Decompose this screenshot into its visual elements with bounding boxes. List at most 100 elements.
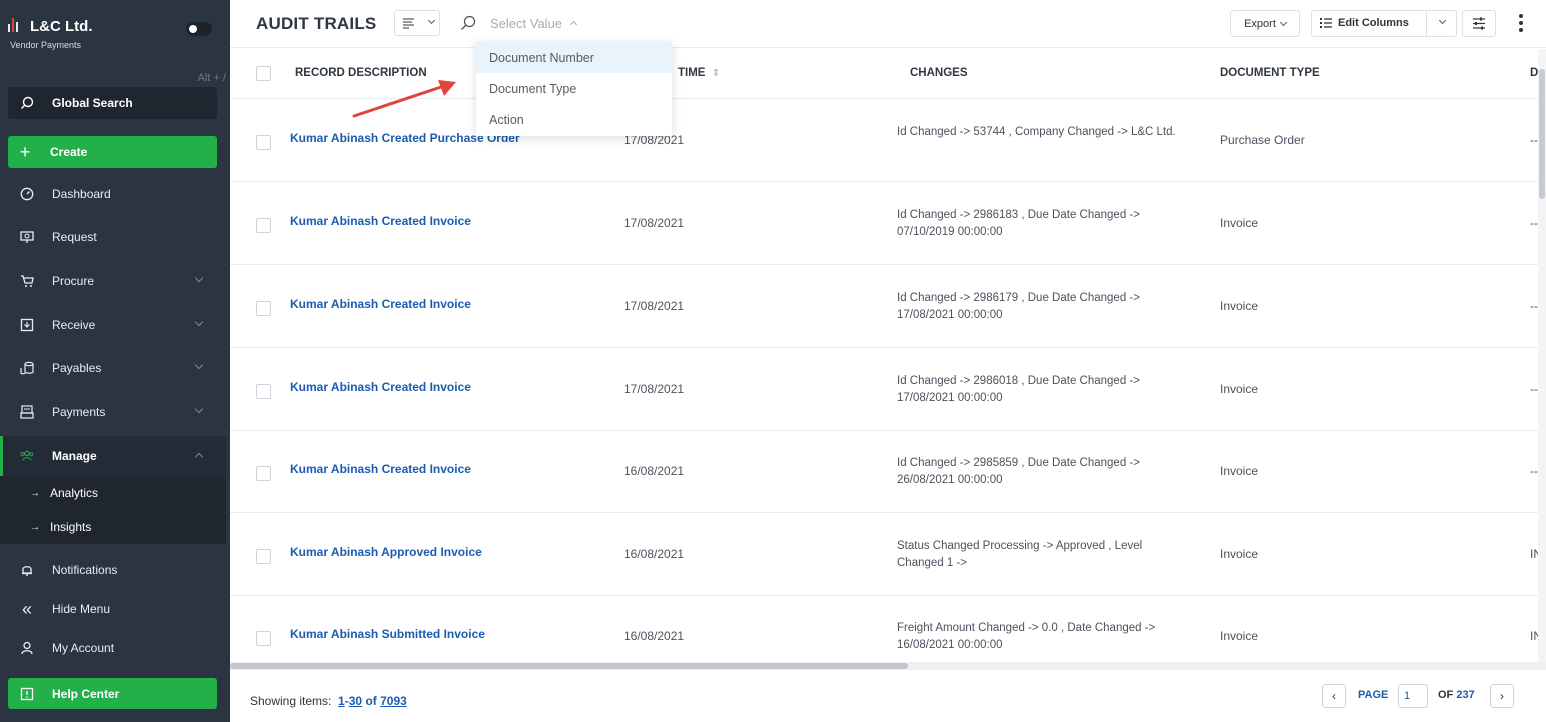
record-changes: Id Changed -> 53744 , Company Changed ->…: [897, 126, 1176, 138]
range-end-link[interactable]: 30: [349, 694, 362, 708]
column-header-time[interactable]: TIME ⇕: [678, 67, 720, 79]
filter-settings-button[interactable]: [1462, 10, 1496, 37]
sidebar-item-notifications[interactable]: Notifications: [0, 550, 226, 590]
column-header-truncated[interactable]: D: [1530, 67, 1538, 79]
sidebar-item-procure[interactable]: Procure: [0, 261, 226, 301]
table-row[interactable]: Kumar Abinash Created Invoice 17/08/2021…: [230, 182, 1538, 265]
record-changes: Id Changed -> 2986183 , Due Date Changed…: [897, 209, 1140, 238]
brand-title: L&C Ltd.: [30, 18, 93, 35]
sidebar-item-hide-menu[interactable]: « Hide Menu: [0, 589, 226, 629]
columns-list-icon: [1320, 18, 1332, 28]
page-number-input[interactable]: 1: [1398, 684, 1428, 708]
vertical-scrollbar[interactable]: [1538, 49, 1546, 662]
brand-logo-icon: [8, 18, 20, 32]
more-options-icon[interactable]: [1516, 12, 1526, 34]
edit-columns-label: Edit Columns: [1338, 17, 1409, 29]
brand[interactable]: L&C Ltd. Vendor Payments: [8, 14, 222, 54]
chevron-down-icon: [194, 273, 204, 283]
sidebar-item-my-account[interactable]: My Account: [0, 628, 226, 668]
scrollbar-thumb[interactable]: [1539, 69, 1545, 199]
record-extra: --: [1530, 382, 1538, 396]
record-document-type: Invoice: [1220, 464, 1259, 478]
chevron-right-icon: ›: [1500, 689, 1504, 703]
plus-icon: +: [19, 141, 31, 162]
select-value-placeholder: Select Value: [490, 15, 563, 31]
row-checkbox[interactable]: [256, 301, 271, 316]
chevron-down-icon[interactable]: [1438, 16, 1447, 25]
select-all-checkbox[interactable]: [256, 66, 271, 81]
record-extra: --: [1530, 299, 1538, 313]
record-document-type: Invoice: [1220, 629, 1259, 643]
brand-subtitle: Vendor Payments: [10, 40, 82, 50]
horizontal-scrollbar[interactable]: [230, 662, 1546, 670]
export-button[interactable]: Export: [1230, 10, 1300, 37]
menu-item-action[interactable]: Action: [476, 104, 672, 135]
table-row[interactable]: Kumar Abinash Created Invoice 17/08/2021…: [230, 348, 1538, 431]
sidebar-subitem-analytics[interactable]: → Analytics: [0, 476, 226, 510]
record-changes: Freight Amount Changed -> 0.0 , Date Cha…: [897, 622, 1156, 651]
record-description-link[interactable]: Kumar Abinash Created Invoice: [290, 214, 471, 228]
sidebar-item-payments[interactable]: Payments: [0, 392, 226, 432]
record-changes: Id Changed -> 2985859 , Due Date Changed…: [897, 457, 1140, 486]
table-row[interactable]: Kumar Abinash Submitted Invoice 16/08/20…: [230, 595, 1538, 662]
view-options-button[interactable]: [394, 10, 440, 36]
record-document-type: Invoice: [1220, 547, 1259, 561]
table-row[interactable]: Kumar Abinash Approved Invoice 16/08/202…: [230, 513, 1538, 596]
record-document-type: Purchase Order: [1220, 133, 1305, 147]
record-date: 17/08/2021: [624, 299, 685, 313]
prev-page-button[interactable]: ‹: [1322, 684, 1346, 708]
row-checkbox[interactable]: [256, 466, 271, 481]
table-row[interactable]: Kumar Abinash Created Invoice 16/08/2021…: [230, 430, 1538, 513]
sidebar-item-payables[interactable]: Payables: [0, 348, 226, 388]
sidebar-item-label: Hide Menu: [52, 602, 111, 616]
theme-toggle[interactable]: [186, 22, 212, 36]
payments-icon: [20, 405, 34, 419]
global-search-button[interactable]: Global Search: [8, 87, 217, 119]
sidebar-item-manage[interactable]: Manage: [0, 436, 226, 476]
record-description-link[interactable]: Kumar Abinash Created Invoice: [290, 462, 471, 476]
record-document-type: Invoice: [1220, 382, 1259, 396]
select-value-dropdown[interactable]: Select Value: [460, 12, 578, 34]
help-center-button[interactable]: Help Center: [8, 678, 217, 709]
sort-icon: ⇕: [711, 68, 721, 79]
record-extra: --: [1530, 216, 1538, 230]
sidebar-item-dashboard[interactable]: Dashboard: [0, 174, 226, 214]
menu-item-document-number[interactable]: Document Number: [476, 42, 672, 73]
row-checkbox[interactable]: [256, 135, 271, 150]
column-header-changes[interactable]: CHANGES: [910, 67, 968, 79]
create-label: Create: [50, 145, 88, 159]
record-description-link[interactable]: Kumar Abinash Approved Invoice: [290, 545, 482, 559]
menu-item-document-type[interactable]: Document Type: [476, 73, 672, 104]
scrollbar-thumb[interactable]: [230, 663, 908, 669]
row-checkbox[interactable]: [256, 549, 271, 564]
record-description-link[interactable]: Kumar Abinash Created Invoice: [290, 380, 471, 394]
record-date: 17/08/2021: [624, 216, 685, 230]
column-header-document-type[interactable]: DOCUMENT TYPE: [1220, 67, 1320, 79]
sidebar-subitem-insights[interactable]: → Insights: [0, 510, 226, 544]
row-checkbox[interactable]: [256, 384, 271, 399]
table-row[interactable]: Kumar Abinash Created Invoice 17/08/2021…: [230, 265, 1538, 348]
users-icon: [20, 449, 34, 463]
row-checkbox[interactable]: [256, 631, 271, 646]
receive-icon: [20, 318, 34, 332]
global-search-label: Global Search: [52, 96, 133, 110]
total-items-link[interactable]: 7093: [380, 694, 407, 708]
double-chevron-left-icon: «: [21, 598, 32, 619]
sidebar-item-receive[interactable]: Receive: [0, 305, 226, 345]
column-header-label: TIME: [678, 67, 706, 79]
range-start-link[interactable]: 1: [338, 694, 345, 708]
chevron-down-icon: [194, 317, 204, 327]
create-button[interactable]: + Create: [8, 136, 217, 168]
record-extra: IN: [1530, 629, 1538, 643]
sidebar-item-request[interactable]: Request: [0, 217, 226, 257]
of-label: of: [365, 694, 377, 708]
record-date: 17/08/2021: [624, 382, 685, 396]
record-extra: --: [1530, 133, 1538, 147]
row-checkbox[interactable]: [256, 218, 271, 233]
edit-columns-button[interactable]: Edit Columns: [1311, 10, 1457, 37]
page-label: PAGE: [1358, 689, 1389, 701]
sliders-icon: [1473, 17, 1485, 30]
record-description-link[interactable]: Kumar Abinash Created Invoice: [290, 297, 471, 311]
record-description-link[interactable]: Kumar Abinash Submitted Invoice: [290, 627, 485, 641]
next-page-button[interactable]: ›: [1490, 684, 1514, 708]
